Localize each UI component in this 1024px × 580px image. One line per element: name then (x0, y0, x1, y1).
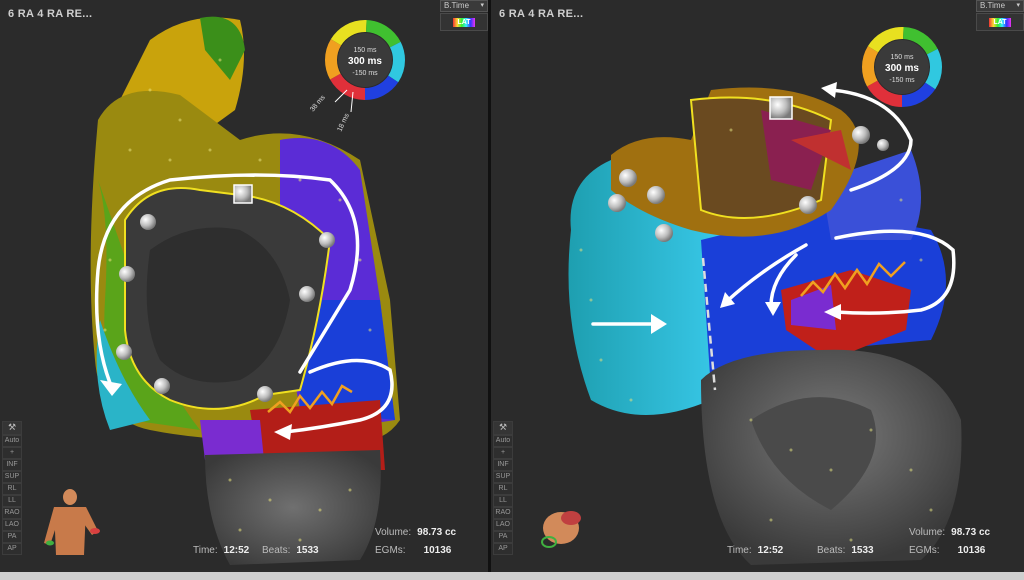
svg-text:150 ms: 150 ms (354, 47, 377, 54)
hammer-icon[interactable]: ⚒ (2, 421, 22, 435)
svg-text:-150 ms: -150 ms (889, 77, 915, 84)
view-add[interactable]: + (2, 447, 22, 459)
bottom-status-bar (0, 572, 1024, 580)
view-ap[interactable]: AP (2, 543, 22, 555)
map-panel-right[interactable]: 150 ms 300 ms -150 ms 6 RA 4 RA RE... B.… (491, 0, 1024, 572)
view-pa[interactable]: PA (493, 531, 513, 543)
lat-map-button[interactable]: LAT (976, 13, 1024, 31)
egms-stat: EGMs: 10136 (375, 545, 452, 556)
chevron-down-icon: ▾ (1016, 2, 1020, 9)
time-stat: Time: 12:52 (727, 545, 784, 556)
view-inf[interactable]: INF (2, 459, 22, 471)
view-auto[interactable]: Auto (2, 435, 22, 447)
time-stat: Time: 12:52 (193, 545, 250, 556)
egms-stat: EGMs: 10136 (909, 545, 986, 556)
hammer-icon[interactable]: ⚒ (493, 421, 513, 435)
svg-text:38 ms: 38 ms (309, 94, 327, 113)
lat-map-button[interactable]: LAT (440, 13, 488, 31)
torso-orientation-icon[interactable] (44, 489, 100, 555)
lat-color-legend: 150 ms 300 ms -150 ms (862, 27, 942, 107)
view-rl[interactable]: RL (493, 483, 513, 495)
beats-stat: Beats: 1533 (262, 545, 319, 556)
view-rao[interactable]: RAO (2, 507, 22, 519)
lat-map-button-label: LAT (457, 19, 471, 26)
volume-stat: Volume: 98.73 cc (909, 527, 991, 538)
map-title: 6 RA 4 RA RE... (8, 8, 93, 20)
view-sidebar: ⚒ Auto + INF SUP RL LL RAO LAO PA AP (493, 421, 513, 555)
view-inf[interactable]: INF (493, 459, 513, 471)
svg-text:300 ms: 300 ms (348, 56, 382, 67)
view-ll[interactable]: LL (2, 495, 22, 507)
view-ll[interactable]: LL (493, 495, 513, 507)
svg-text:18 ms: 18 ms (336, 112, 351, 133)
heart-orientation-icon[interactable] (541, 511, 581, 548)
chevron-down-icon: ▾ (480, 2, 484, 9)
svg-text:300 ms: 300 ms (885, 63, 919, 74)
map-panel-left[interactable]: 150 ms 300 ms -150 ms 38 ms 18 ms 6 RA 4… (0, 0, 488, 572)
map-mode-label: B.Time (444, 1, 470, 10)
lat-map-button-label: LAT (993, 19, 1007, 26)
view-pa[interactable]: PA (2, 531, 22, 543)
arrow-head-icon (821, 82, 837, 98)
view-rao[interactable]: RAO (493, 507, 513, 519)
map-title: 6 RA 4 RA RE... (499, 8, 584, 20)
map-mode-label: B.Time (980, 1, 1006, 10)
svg-text:-150 ms: -150 ms (352, 70, 378, 77)
view-sidebar: ⚒ Auto + INF SUP RL LL RAO LAO PA AP (2, 421, 22, 555)
view-sup[interactable]: SUP (2, 471, 22, 483)
view-sup[interactable]: SUP (493, 471, 513, 483)
volume-stat: Volume: 98.73 cc (375, 527, 457, 538)
view-auto[interactable]: Auto (493, 435, 513, 447)
map-mode-select[interactable]: B.Time ▾ (440, 0, 488, 12)
view-lao[interactable]: LAO (2, 519, 22, 531)
view-rl[interactable]: RL (2, 483, 22, 495)
lat-color-legend: 150 ms 300 ms -150 ms 38 ms 18 ms (309, 20, 405, 133)
view-ap[interactable]: AP (493, 543, 513, 555)
anatomy-map-left[interactable]: 150 ms 300 ms -150 ms 38 ms 18 ms (0, 0, 488, 572)
view-lao[interactable]: LAO (493, 519, 513, 531)
beats-stat: Beats: 1533 (817, 545, 874, 556)
view-add[interactable]: + (493, 447, 513, 459)
anatomy-map-right[interactable]: 150 ms 300 ms -150 ms (491, 0, 1024, 572)
svg-text:150 ms: 150 ms (891, 54, 914, 61)
map-mode-select[interactable]: B.Time ▾ (976, 0, 1024, 12)
